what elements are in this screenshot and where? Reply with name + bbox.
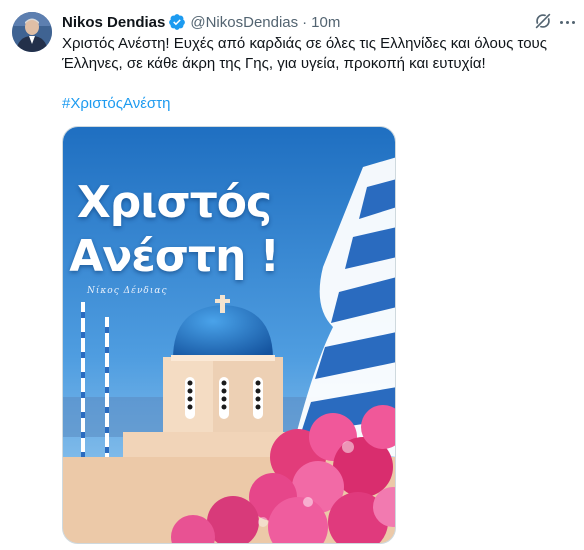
grok-icon[interactable] [532,10,554,32]
avatar-image [12,12,52,52]
more-options-icon[interactable] [557,12,577,32]
tweet[interactable]: Nikos Dendias @NikosDendias · 10m Χριστό… [0,0,584,550]
separator-dot: · [302,13,308,31]
avatar[interactable] [12,12,52,52]
image-signature: Νίκος Δένδιας [87,286,168,296]
image-title-line1: Χριστός [76,177,272,228]
author-name[interactable]: Nikos Dendias [62,14,165,31]
tweet-text-line1: Χριστός Ανέστη! Ευχές από καρδιάς σε όλε… [62,35,547,52]
tweet-media-image[interactable]: Χριστός Ανέστη ! Νίκος Δένδιας [62,126,396,544]
tweet-text: Χριστός Ανέστη! Ευχές από καρδιάς σε όλε… [62,34,572,74]
verified-badge-icon[interactable] [168,13,186,31]
tweet-header: Nikos Dendias @NikosDendias · 10m [62,12,340,32]
tweet-timestamp[interactable]: 10m [311,14,340,31]
image-title-line2: Ανέστη ! [69,231,280,282]
author-handle[interactable]: @NikosDendias [190,14,298,31]
hashtag-link[interactable]: #ΧριστόςΑνέστη [62,94,170,114]
tweet-text-line2: Έλληνες, σε κάθε άκρη της Γης, για υγεία… [62,55,486,72]
